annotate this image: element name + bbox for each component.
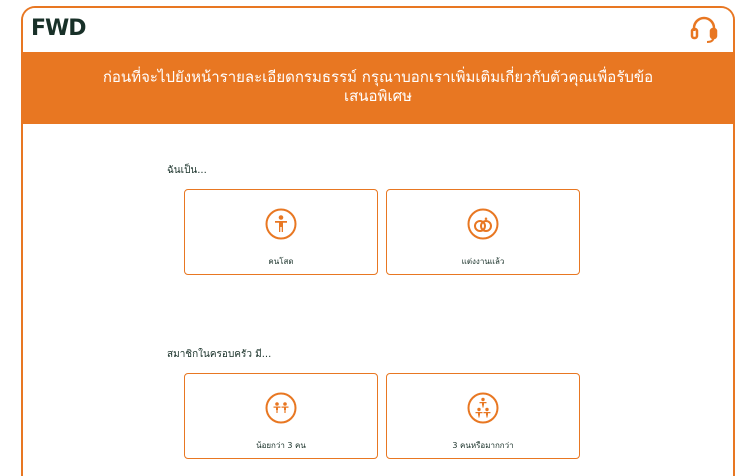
marital-status-label: ฉันเป็น...: [167, 165, 207, 176]
app-frame: FWD ก่อนที่จะไปยังหน้ารายละเอียดกรมธรรม์…: [21, 6, 735, 476]
option-3-or-more-label: 3 คนหรือมากกว่า: [452, 441, 514, 450]
top-bar: FWD: [23, 8, 733, 50]
fwd-logo[interactable]: FWD: [31, 16, 87, 41]
option-single-label: คนโสด: [268, 257, 294, 266]
option-3-or-more[interactable]: 3 คนหรือมากกว่า: [386, 373, 580, 459]
option-single[interactable]: คนโสด: [184, 189, 378, 275]
option-less-than-3[interactable]: น้อยกว่า 3 คน: [184, 373, 378, 459]
two-people-icon: [265, 392, 297, 424]
banner-line-2: เสนอพิเศษ: [344, 87, 412, 105]
option-married[interactable]: แต่งงานแล้ว: [386, 189, 580, 275]
option-less-than-3-label: น้อยกว่า 3 คน: [256, 441, 306, 450]
headset-icon[interactable]: [689, 14, 719, 44]
single-person-icon: [265, 208, 297, 240]
intro-banner: ก่อนที่จะไปยังหน้ารายละเอียดกรมธรรม์ กรุ…: [23, 52, 733, 124]
banner-line-1: ก่อนที่จะไปยังหน้ารายละเอียดกรมธรรม์ กรุ…: [102, 68, 654, 86]
option-married-label: แต่งงานแล้ว: [461, 257, 505, 266]
wedding-rings-icon: [467, 208, 499, 240]
family-icon: [467, 392, 499, 424]
family-size-label: สมาชิกในครอบครัว มี...: [167, 349, 272, 360]
